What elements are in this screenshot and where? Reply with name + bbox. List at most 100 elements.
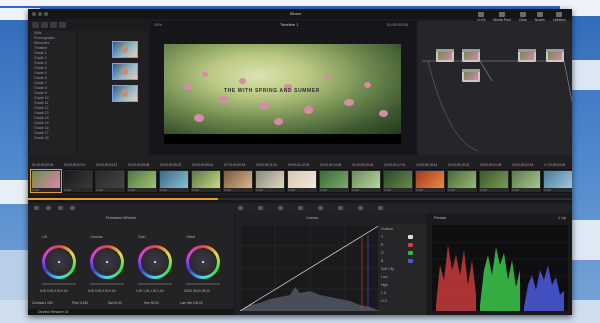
tracker-icon[interactable] — [318, 206, 323, 210]
curves-option[interactable]: B — [381, 259, 383, 263]
curves-option[interactable]: H.S. — [381, 299, 388, 303]
gallery-icon[interactable] — [32, 22, 39, 28]
timeline-clip[interactable]: 12 00:00:17:01 H.264 — [382, 163, 414, 193]
clip-number: 16 00:00:22:16 — [512, 163, 534, 167]
color-warper-icon[interactable] — [258, 206, 263, 210]
timeline-clip[interactable]: 11 00:00:15:18 H.264 — [350, 163, 382, 193]
gamma-wheel[interactable] — [90, 245, 124, 279]
timeline-clip[interactable]: 14 00:00:19:22 H.264 — [446, 163, 478, 193]
minimize-window-button[interactable] — [38, 12, 42, 16]
timeline-clip[interactable]: 05 00:00:06:22 H.264 — [158, 163, 190, 193]
clip-number: 01 00:00:00:00 — [32, 163, 54, 167]
node-05[interactable] — [546, 49, 564, 62]
curve-graph[interactable] — [240, 225, 380, 311]
primaries-icon[interactable] — [58, 206, 63, 210]
timeline-clip[interactable]: 13 00:00:18:14 H.264 — [414, 163, 446, 193]
clip-thumbnail — [544, 171, 572, 188]
sizing-icon[interactable] — [378, 206, 383, 210]
offset-values[interactable]: 25.00 25.00 25.00 — [184, 289, 210, 293]
timeline-clip[interactable]: 03 00:00:04:12 H.264 — [94, 163, 126, 193]
hdr-icon[interactable] — [70, 206, 75, 210]
key-icon[interactable] — [358, 206, 363, 210]
luts-icon — [478, 12, 485, 17]
lum-mix-value[interactable]: Lum Mix 100.00 — [180, 301, 203, 305]
clip-label: H.264 — [256, 189, 263, 192]
channel-toggle-icon[interactable] — [408, 235, 413, 239]
zoom-window-button[interactable] — [44, 12, 48, 16]
curves-option[interactable]: G — [381, 251, 384, 255]
node-04[interactable] — [518, 49, 536, 62]
offset-slider[interactable] — [186, 283, 220, 285]
timeline-clip[interactable]: 10 00:00:14:05 H.264 — [318, 163, 350, 193]
gain-values[interactable]: 1.00 1.00 1.00 1.00 — [136, 289, 163, 293]
clip-label: H.264 — [448, 189, 455, 192]
contrast-value[interactable]: Contrast 1.000 — [32, 301, 53, 305]
channel-toggle-icon[interactable] — [408, 243, 413, 247]
curves-option[interactable]: Y — [381, 235, 383, 239]
clip-thumbnail — [160, 171, 188, 188]
timeline-clip[interactable]: 02 00:00:02:10 H.264 — [62, 163, 94, 193]
clip-thumbnail — [32, 171, 60, 188]
channel-toggle-icon[interactable] — [408, 251, 413, 255]
curves-icon[interactable] — [238, 206, 243, 210]
clip-number: 17 00:00:24:03 — [544, 163, 566, 167]
lift-wheel[interactable] — [42, 245, 76, 279]
node-01[interactable] — [436, 49, 454, 62]
clip-thumbnail — [480, 171, 508, 188]
clip-label: H.264 — [544, 189, 551, 192]
gain-slider[interactable] — [138, 283, 172, 285]
timeline-clip[interactable]: 17 00:00:24:03 H.264 — [542, 163, 572, 193]
curves-option[interactable]: Custom — [381, 227, 393, 231]
timeline-clip[interactable]: 04 00:00:05:08 H.264 — [126, 163, 158, 193]
lift-values[interactable]: 0.00 0.00 0.00 0.00 — [40, 289, 67, 293]
clip-thumbnail — [256, 171, 284, 188]
viewer-title[interactable]: Timeline 1 — [280, 22, 298, 27]
camera-raw-icon[interactable] — [34, 206, 39, 210]
blur-icon[interactable] — [338, 206, 343, 210]
nodes-icon — [536, 12, 543, 17]
channel-toggle-icon[interactable] — [408, 259, 413, 263]
timeline-clip[interactable]: 07 00:00:09:15 H.264 — [222, 163, 254, 193]
qualifier-icon[interactable] — [278, 206, 283, 210]
timeline-scrollbar[interactable] — [28, 195, 572, 203]
offset-wheel[interactable] — [186, 245, 220, 279]
window-icon[interactable] — [298, 206, 303, 210]
timeline-clip[interactable]: 06 00:00:08:10 H.264 — [190, 163, 222, 193]
scope-zoom[interactable]: 1 Up — [558, 216, 566, 220]
timeline-clip[interactable]: 15 00:00:21:09 H.264 — [478, 163, 510, 193]
pivot-value[interactable]: Pivot 0.435 — [72, 301, 88, 305]
timeline-clip[interactable]: 09 00:00:12:20 H.264 — [286, 163, 318, 193]
still-thumbnail[interactable] — [112, 41, 138, 58]
curves-option[interactable]: Soft Clip — [381, 267, 394, 271]
clip-thumbnail — [512, 171, 540, 188]
list-view-icon[interactable] — [50, 22, 57, 28]
grid-view-icon[interactable] — [59, 22, 66, 28]
curves-option[interactable]: R — [381, 243, 384, 247]
still-thumbnail[interactable] — [112, 63, 138, 80]
node-02[interactable] — [462, 49, 480, 62]
timeline-clip[interactable]: 08 00:00:11:02 H.264 — [254, 163, 286, 193]
viewer-zoom[interactable]: 24% — [154, 22, 162, 27]
close-window-button[interactable] — [32, 12, 36, 16]
scope-header: Parade — [434, 216, 447, 220]
color-match-icon[interactable] — [46, 206, 51, 210]
clip-label: H.264 — [512, 189, 519, 192]
gain-wheel[interactable] — [138, 245, 172, 279]
timeline-clip[interactable]: 16 00:00:22:16 H.264 — [510, 163, 542, 193]
lift-slider[interactable] — [42, 283, 76, 285]
clip-thumbnail — [416, 171, 444, 188]
scope-panel: Parade 1 Up — [428, 213, 572, 315]
saturation-value[interactable]: Sat 50.00 — [108, 301, 122, 305]
curves-option[interactable]: L.S. — [381, 291, 387, 295]
timeline-clip[interactable]: 01 00:00:00:00 H.264 — [30, 163, 62, 193]
gallery-item[interactable]: Grade 18 — [34, 136, 76, 141]
curves-option[interactable]: High — [381, 283, 388, 287]
gamma-slider[interactable] — [90, 283, 124, 285]
node-03[interactable] — [462, 69, 480, 82]
stills-icon[interactable] — [41, 22, 48, 28]
gamma-values[interactable]: 0.00 0.00 0.00 0.00 — [88, 289, 115, 293]
clip-number: 04 00:00:05:08 — [128, 163, 150, 167]
hue-value[interactable]: Hue 50.00 — [144, 301, 159, 305]
curves-option[interactable]: Low — [381, 275, 387, 279]
still-thumbnail[interactable] — [112, 85, 138, 102]
